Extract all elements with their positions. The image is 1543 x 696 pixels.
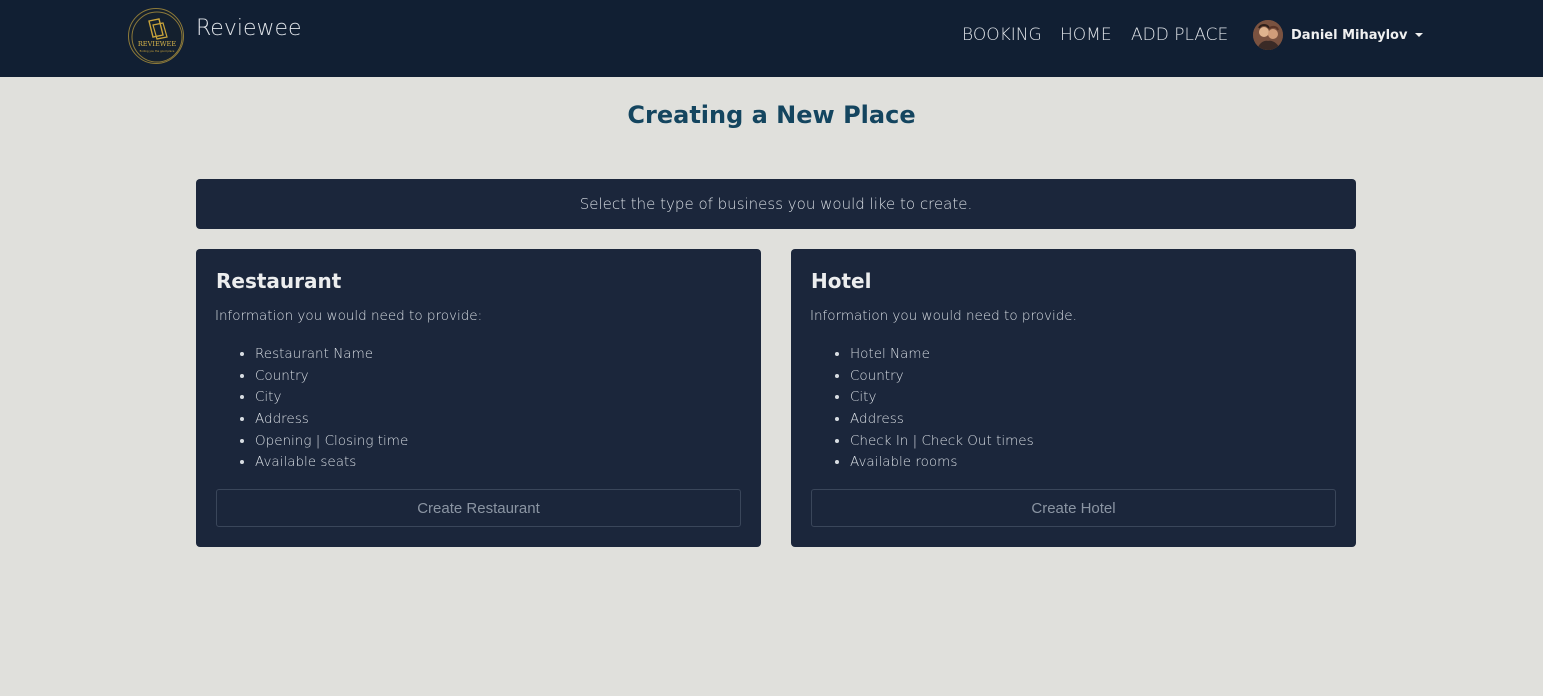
nav-home[interactable]: HOME	[1060, 25, 1112, 45]
logo-text: REVIEWEE	[138, 40, 177, 48]
list-item: Opening | Closing time	[255, 431, 408, 453]
list-item: Check In | Check Out times	[850, 431, 1034, 453]
list-item: Country	[255, 366, 408, 388]
card-title: Restaurant	[216, 269, 342, 293]
restaurant-card: Restaurant Information you would need to…	[196, 249, 761, 547]
banner-text: Select the type of business you would li…	[579, 195, 973, 213]
user-name: Daniel Mihaylov	[1291, 27, 1408, 43]
create-hotel-button[interactable]: Create Hotel	[811, 489, 1336, 527]
create-restaurant-button[interactable]: Create Restaurant	[216, 489, 741, 527]
page-title: Creating a New Place	[627, 101, 916, 129]
list-item: Address	[850, 409, 1034, 431]
caret-down-icon	[1415, 33, 1424, 37]
hotel-card: Hotel Information you would need to prov…	[791, 249, 1356, 547]
list-item: Address	[255, 409, 408, 431]
top-navbar: REVIEWEE finding you the good place Revi…	[0, 0, 1543, 77]
user-avatar	[1253, 20, 1283, 50]
list-item: Restaurant Name	[255, 344, 408, 366]
requirements-list: Restaurant Name Country City Address Ope…	[255, 344, 408, 474]
list-item: Available rooms	[850, 452, 1034, 474]
nav-booking[interactable]: BOOKING	[962, 25, 1042, 45]
card-intro: Information you would need to provide:	[215, 308, 483, 324]
brand-name[interactable]: Reviewee	[196, 16, 302, 41]
reviewee-logo[interactable]: REVIEWEE finding you the good place	[128, 8, 184, 64]
card-intro: Information you would need to provide.	[810, 308, 1077, 324]
card-title: Hotel	[811, 269, 872, 293]
nav-add-place[interactable]: ADD PLACE	[1131, 25, 1228, 45]
list-item: City	[850, 387, 1034, 409]
list-item: Available seats	[255, 452, 408, 474]
instruction-banner: Select the type of business you would li…	[196, 179, 1356, 229]
list-item: Hotel Name	[850, 344, 1034, 366]
list-item: City	[255, 387, 408, 409]
logo-tagline: finding you the good place	[140, 49, 175, 53]
list-item: Country	[850, 366, 1034, 388]
requirements-list: Hotel Name Country City Address Check In…	[850, 344, 1034, 474]
user-menu-dropdown[interactable]: Daniel Mihaylov	[1253, 20, 1424, 50]
